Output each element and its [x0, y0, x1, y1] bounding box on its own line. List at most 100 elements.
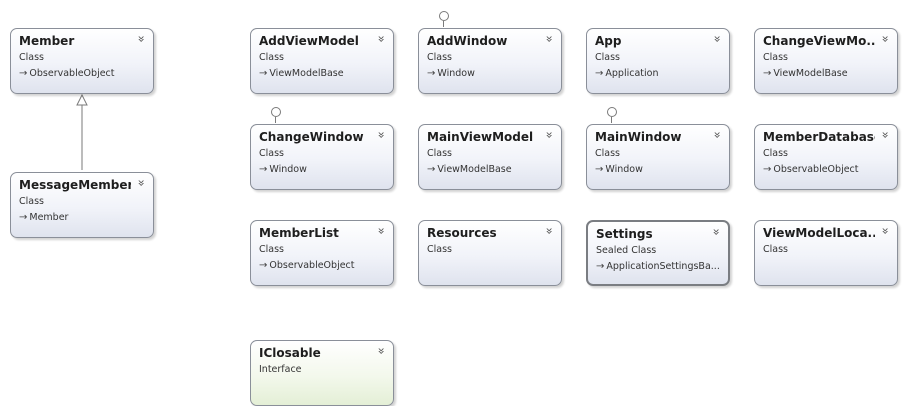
- class-box-viewmodellocator[interactable]: ViewModelLoca...» Class: [754, 220, 898, 286]
- class-base-type: → ObservableObject: [259, 260, 387, 271]
- interface-lollipop-stem: [275, 117, 276, 123]
- class-box-addwindow[interactable]: AddWindow» Class → Window: [418, 28, 562, 94]
- class-kind: Class: [259, 52, 284, 63]
- class-box-memberlist[interactable]: MemberList» Class → ObservableObject: [250, 220, 394, 286]
- inherits-arrow-icon: →: [259, 68, 268, 79]
- class-name[interactable]: MessageMember: [19, 178, 131, 192]
- class-kind: Class: [19, 52, 44, 63]
- interface-lollipop-icon[interactable]: [270, 107, 281, 117]
- class-name[interactable]: Settings: [596, 227, 708, 241]
- base-type-name: ObservableObject: [773, 164, 859, 175]
- double-chevron-down-icon[interactable]: »: [374, 35, 388, 42]
- class-box-settings[interactable]: Settings» Sealed Class → ApplicationSetting…: [586, 220, 730, 286]
- class-box-member[interactable]: Member» Class → ObservableObject: [10, 28, 154, 94]
- interface-lollipop-stem: [611, 117, 612, 123]
- base-type-name: ObservableObject: [29, 68, 115, 79]
- class-name[interactable]: ChangeWindow: [259, 130, 371, 144]
- class-box-memberdatabase[interactable]: MemberDatabase» Class → ObservableObject: [754, 124, 898, 190]
- base-type-name: Window: [437, 68, 475, 79]
- double-chevron-down-icon[interactable]: »: [542, 131, 556, 138]
- inherits-arrow-icon: →: [596, 261, 605, 272]
- class-name[interactable]: ChangeViewMo...: [763, 34, 875, 48]
- class-box-app[interactable]: App» Class → Application: [586, 28, 730, 94]
- double-chevron-down-icon[interactable]: »: [542, 35, 556, 42]
- interface-lollipop-icon[interactable]: [438, 11, 449, 21]
- class-kind: Class: [427, 52, 452, 63]
- class-box-mainwindow[interactable]: MainWindow» Class → Window: [586, 124, 730, 190]
- class-box-changewindow[interactable]: ChangeWindow» Class → Window: [250, 124, 394, 190]
- class-base-type: → Member: [19, 212, 147, 223]
- class-name[interactable]: AddViewModel: [259, 34, 371, 48]
- double-chevron-down-icon[interactable]: »: [374, 347, 388, 354]
- class-base-type: → Application: [595, 68, 723, 79]
- double-chevron-down-icon[interactable]: »: [542, 227, 556, 234]
- class-name[interactable]: MemberDatabase: [763, 130, 875, 144]
- double-chevron-down-icon[interactable]: »: [710, 35, 724, 42]
- class-box-messagemember[interactable]: MessageMember» Class → Member: [10, 172, 154, 238]
- double-chevron-down-icon[interactable]: »: [710, 131, 724, 138]
- inherits-arrow-icon: →: [595, 68, 604, 79]
- base-type-name: Member: [29, 212, 69, 223]
- double-chevron-down-icon[interactable]: »: [374, 131, 388, 138]
- inheritance-arrowhead-icon: [76, 93, 88, 106]
- class-name[interactable]: AddWindow: [427, 34, 539, 48]
- inherits-arrow-icon: →: [427, 68, 436, 79]
- base-type-name: ViewModelBase: [437, 164, 512, 175]
- class-kind: Interface: [259, 364, 302, 375]
- class-kind: Class: [763, 52, 788, 63]
- class-base-type: → ViewModelBase: [763, 68, 891, 79]
- class-base-type: → ObservableObject: [19, 68, 147, 79]
- class-base-type: → Window: [259, 164, 387, 175]
- interface-lollipop-icon[interactable]: [606, 107, 617, 117]
- class-box-resources[interactable]: Resources» Class: [418, 220, 562, 286]
- base-type-name: Application: [605, 68, 659, 79]
- class-kind: Class: [259, 244, 284, 255]
- class-name[interactable]: IClosable: [259, 346, 371, 360]
- class-base-type: → ObservableObject: [763, 164, 891, 175]
- inherits-arrow-icon: →: [427, 164, 436, 175]
- class-base-type: → Window: [595, 164, 723, 175]
- class-name[interactable]: MemberList: [259, 226, 371, 240]
- double-chevron-down-icon[interactable]: »: [134, 35, 148, 42]
- class-base-type: → ApplicationSettingsBa...: [596, 261, 724, 272]
- class-name[interactable]: Member: [19, 34, 131, 48]
- double-chevron-down-icon[interactable]: »: [878, 35, 892, 42]
- base-type-name: Window: [269, 164, 307, 175]
- class-name[interactable]: App: [595, 34, 707, 48]
- double-chevron-down-icon[interactable]: »: [878, 131, 892, 138]
- class-name[interactable]: MainViewModel: [427, 130, 539, 144]
- class-diagram-canvas[interactable]: Member» Class → ObservableObject MessageMemb…: [0, 0, 907, 406]
- base-type-name: ObservableObject: [269, 260, 355, 271]
- inherits-arrow-icon: →: [19, 212, 28, 223]
- base-type-name: ViewModelBase: [269, 68, 344, 79]
- double-chevron-down-icon[interactable]: »: [878, 227, 892, 234]
- class-name[interactable]: Resources: [427, 226, 539, 240]
- double-chevron-down-icon[interactable]: »: [134, 179, 148, 186]
- class-name[interactable]: ViewModelLoca...: [763, 226, 875, 240]
- class-box-iclosable[interactable]: IClosable» Interface: [250, 340, 394, 406]
- interface-lollipop-stem: [443, 21, 444, 27]
- class-name[interactable]: MainWindow: [595, 130, 707, 144]
- class-kind: Sealed Class: [596, 245, 657, 256]
- base-type-name: Window: [605, 164, 643, 175]
- class-kind: Class: [427, 244, 452, 255]
- class-kind: Class: [427, 148, 452, 159]
- class-kind: Class: [19, 196, 44, 207]
- inherits-arrow-icon: →: [763, 164, 772, 175]
- double-chevron-down-icon[interactable]: »: [374, 227, 388, 234]
- class-box-mainviewmodel[interactable]: MainViewModel» Class → ViewModelBase: [418, 124, 562, 190]
- class-kind: Class: [763, 244, 788, 255]
- class-box-addviewmodel[interactable]: AddViewModel» Class → ViewModelBase: [250, 28, 394, 94]
- class-kind: Class: [259, 148, 284, 159]
- class-box-changeviewmodel[interactable]: ChangeViewMo...» Class → ViewModelBase: [754, 28, 898, 94]
- base-type-name: ViewModelBase: [773, 68, 848, 79]
- double-chevron-down-icon[interactable]: »: [709, 228, 723, 235]
- inherits-arrow-icon: →: [259, 164, 268, 175]
- inherits-arrow-icon: →: [763, 68, 772, 79]
- base-type-name: ApplicationSettingsBa...: [606, 261, 720, 272]
- inherits-arrow-icon: →: [19, 68, 28, 79]
- inherits-arrow-icon: →: [595, 164, 604, 175]
- class-base-type: → ViewModelBase: [259, 68, 387, 79]
- inherits-arrow-icon: →: [259, 260, 268, 271]
- class-base-type: → Window: [427, 68, 555, 79]
